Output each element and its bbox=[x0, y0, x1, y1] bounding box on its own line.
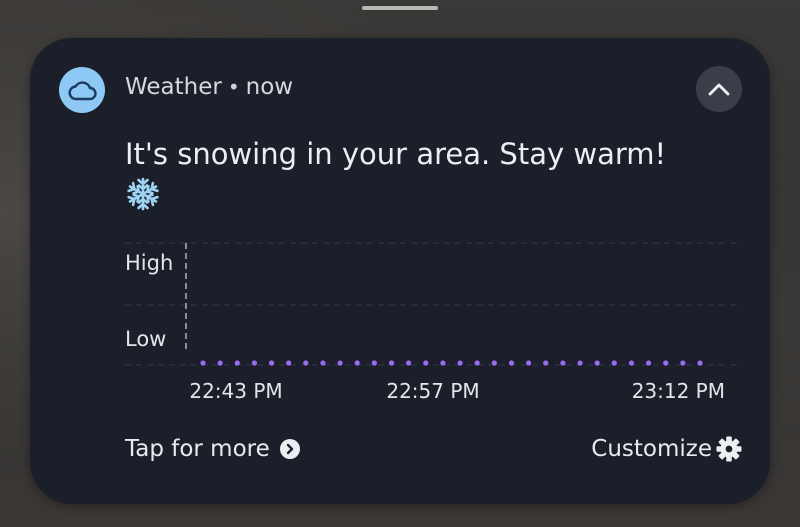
data-point bbox=[388, 360, 395, 366]
data-point bbox=[680, 360, 686, 366]
data-point bbox=[286, 360, 292, 366]
data-point bbox=[645, 360, 652, 366]
data-point bbox=[320, 360, 326, 366]
data-point bbox=[371, 360, 377, 366]
x-tick-label: 22:57 PM bbox=[386, 379, 479, 403]
customize-button[interactable]: Customize bbox=[591, 436, 742, 462]
data-point bbox=[491, 360, 497, 366]
tap-for-more-button[interactable]: Tap for more bbox=[125, 436, 300, 462]
data-point bbox=[406, 360, 412, 366]
x-tick-label: 22:43 PM bbox=[189, 379, 282, 403]
weather-notification-card[interactable]: Weather • now It's snowing in your area. S… bbox=[30, 38, 770, 504]
chevron-right-circle-icon bbox=[279, 439, 300, 459]
data-point bbox=[200, 360, 206, 366]
y-tick-label: High bbox=[125, 251, 173, 275]
data-point bbox=[543, 360, 549, 366]
data-point bbox=[251, 360, 258, 366]
tap-for-more-label: Tap for more bbox=[125, 436, 270, 462]
customize-label: Customize bbox=[591, 436, 712, 462]
y-tick-label: Low bbox=[125, 327, 166, 351]
data-point bbox=[577, 360, 583, 366]
data-point bbox=[697, 360, 703, 366]
data-point bbox=[560, 360, 566, 366]
chart-y-labels: Low High bbox=[125, 251, 173, 351]
data-point bbox=[474, 360, 480, 366]
chart-grid bbox=[125, 242, 742, 366]
drag-handle[interactable] bbox=[362, 6, 438, 10]
x-tick-label: 23:12 PM bbox=[632, 379, 725, 403]
data-point bbox=[611, 360, 617, 366]
data-point bbox=[423, 360, 429, 366]
chart-x-labels: 22:43 PM 22:57 PM 23:12 PM bbox=[189, 379, 725, 403]
data-point bbox=[354, 360, 360, 366]
data-point bbox=[234, 360, 240, 366]
data-point bbox=[268, 360, 275, 366]
data-point bbox=[440, 360, 446, 366]
data-point bbox=[337, 360, 343, 366]
data-point bbox=[217, 360, 223, 366]
data-point bbox=[628, 360, 635, 366]
data-point bbox=[663, 360, 669, 366]
weather-chart: Low High 22:43 PM 22:57 PM 23:12 PM bbox=[125, 242, 742, 403]
data-point bbox=[303, 360, 309, 366]
data-point bbox=[457, 360, 463, 366]
data-point bbox=[526, 360, 532, 366]
gear-icon bbox=[716, 436, 742, 462]
data-point bbox=[508, 360, 515, 366]
chart-points bbox=[200, 360, 703, 366]
data-point bbox=[594, 360, 600, 366]
